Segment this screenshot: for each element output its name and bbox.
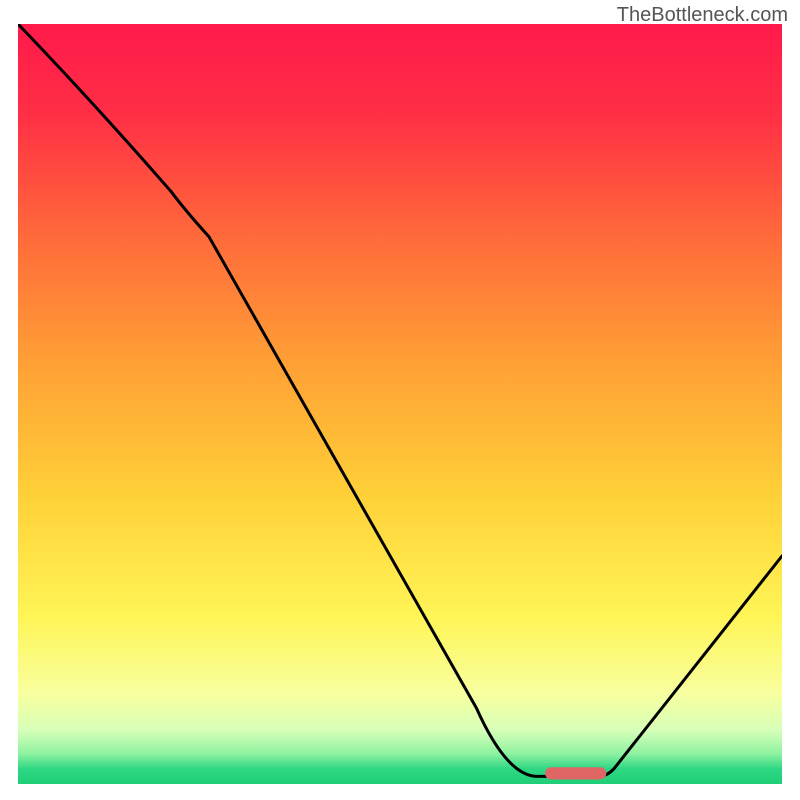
optimal-marker [545, 767, 606, 779]
chart-background [18, 24, 782, 784]
chart-plot-area [18, 24, 782, 784]
chart-svg [18, 24, 782, 784]
watermark-text: TheBottleneck.com [617, 4, 788, 27]
